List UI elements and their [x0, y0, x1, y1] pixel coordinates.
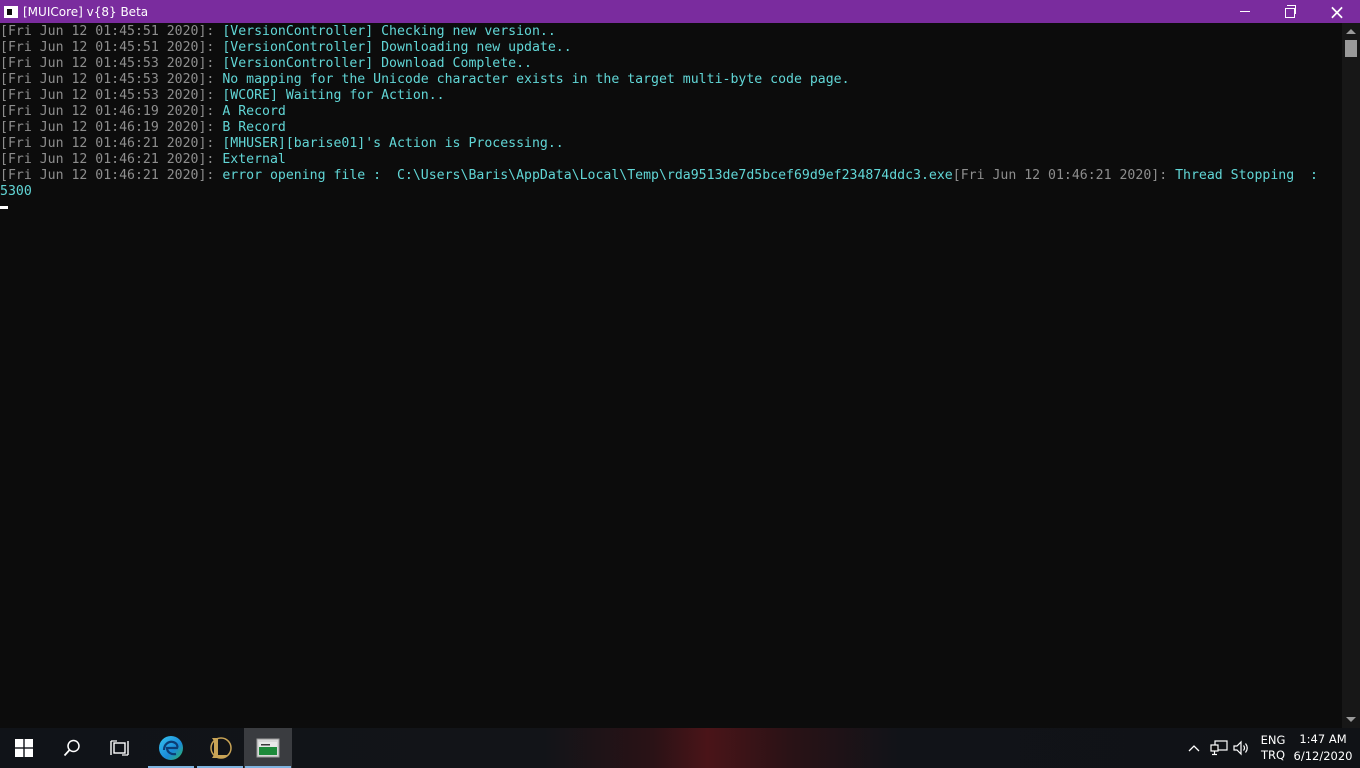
log-line: [Fri Jun 12 01:46:21 2020]: External	[0, 152, 286, 167]
search-button[interactable]	[48, 728, 96, 768]
close-icon: ×	[1328, 0, 1346, 24]
console-app-icon	[256, 738, 280, 758]
log-line: [Fri Jun 12 01:45:53 2020]: No mapping f…	[0, 72, 850, 87]
taskbar-app-league[interactable]	[196, 728, 244, 768]
restore-button[interactable]	[1268, 0, 1314, 23]
restore-icon	[1285, 4, 1296, 18]
volume-button[interactable]	[1231, 728, 1253, 768]
league-of-legends-icon	[210, 737, 232, 759]
search-icon	[63, 739, 80, 757]
scroll-up-icon[interactable]	[1346, 29, 1356, 34]
taskbar: ENG TRQ 1:47 AM 6/12/2020	[0, 728, 1360, 768]
text-cursor	[0, 206, 8, 209]
minimize-icon	[1240, 11, 1250, 12]
log-line: [Fri Jun 12 01:45:51 2020]: [VersionCont…	[0, 40, 572, 55]
log-line: [Fri Jun 12 01:46:19 2020]: A Record	[0, 104, 286, 119]
window-controls: ×	[1222, 0, 1360, 23]
clock-date: 6/12/2020	[1293, 749, 1353, 763]
log-line: [Fri Jun 12 01:46:19 2020]: B Record	[0, 120, 286, 135]
vertical-scrollbar[interactable]	[1342, 23, 1360, 728]
task-view-button[interactable]	[96, 728, 144, 768]
log-line: [Fri Jun 12 01:45:53 2020]: [WCORE] Wait…	[0, 88, 445, 103]
clock-time: 1:47 AM	[1299, 732, 1347, 746]
minimize-button[interactable]	[1222, 0, 1268, 23]
log-line: [Fri Jun 12 01:45:51 2020]: [VersionCont…	[0, 24, 556, 39]
edge-browser-icon	[159, 736, 183, 760]
taskbar-app-console[interactable]	[244, 728, 292, 768]
show-hidden-icons-button[interactable]	[1184, 728, 1204, 768]
log-line: [Fri Jun 12 01:46:21 2020]: [MHUSER][bar…	[0, 136, 564, 151]
log-line: [Fri Jun 12 01:45:53 2020]: [VersionCont…	[0, 56, 532, 71]
network-icon	[1210, 740, 1228, 756]
taskbar-app-edge[interactable]	[147, 728, 195, 768]
language-code: ENG	[1260, 733, 1286, 747]
clock[interactable]: 1:47 AM 6/12/2020	[1292, 728, 1354, 768]
console-output[interactable]: [Fri Jun 12 01:45:51 2020]: [VersionCont…	[0, 23, 1342, 729]
close-button[interactable]: ×	[1314, 0, 1360, 23]
log-line: [Fri Jun 12 01:46:21 2020]: error openin…	[0, 168, 1318, 183]
console-app-icon[interactable]	[4, 5, 18, 18]
input-language-indicator[interactable]: ENG TRQ	[1256, 728, 1290, 768]
task-view-icon	[110, 740, 129, 756]
keyboard-layout-code: TRQ	[1260, 748, 1286, 762]
scroll-down-icon[interactable]	[1346, 717, 1356, 722]
window-title: [MUICore] v{8} Beta	[23, 4, 149, 19]
network-button[interactable]	[1207, 728, 1231, 768]
windows-start-icon	[15, 739, 33, 757]
start-button[interactable]	[0, 728, 48, 768]
log-line-wrapped: 5300	[0, 184, 32, 199]
window-title-bar[interactable]: [MUICore] v{8} Beta ×	[0, 0, 1360, 23]
volume-icon	[1233, 740, 1248, 756]
scroll-thumb[interactable]	[1345, 40, 1357, 57]
chevron-up-icon	[1188, 745, 1200, 752]
